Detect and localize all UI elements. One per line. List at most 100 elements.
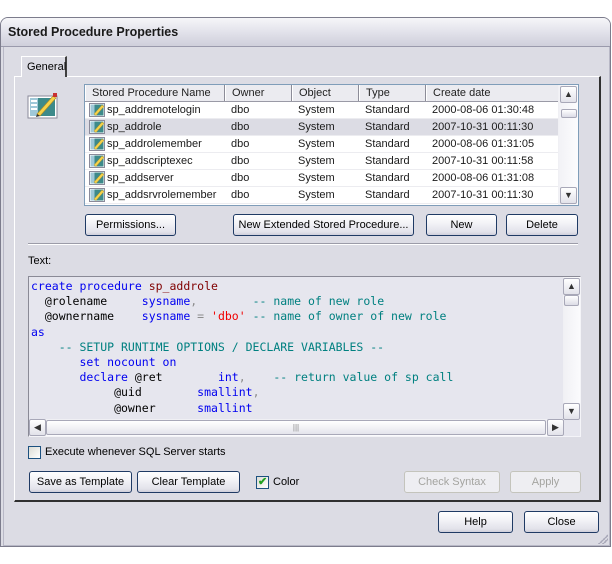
procedure-row[interactable]: sp_addserver dbo System Standard 2000-08-06 …: [85, 170, 559, 187]
editor-scroll-left-button[interactable]: ◀: [29, 419, 46, 436]
chevron-up-icon: ▲: [567, 281, 576, 291]
code-token-comment: -- return value of sp call: [245, 370, 454, 385]
cell-type: Standard: [365, 172, 410, 184]
apply-button[interactable]: Apply: [510, 471, 581, 493]
cell-owner: dbo: [231, 155, 250, 167]
code-token-comment: -- SETUP RUNTIME OPTIONS / DECLARE VARIA…: [31, 339, 385, 354]
code-token-kw: as: [31, 324, 45, 339]
cell-create-date: 2007-10-31 00:11:58: [432, 155, 534, 167]
procedure-text-editor[interactable]: create procedure sp_addrole @rolename sy…: [28, 276, 581, 437]
clear-template-button[interactable]: Clear Template: [137, 471, 240, 493]
chevron-up-icon: ▲: [564, 89, 573, 99]
code-line: set nocount on: [31, 355, 453, 370]
checkmark-icon: ✔: [258, 476, 268, 488]
code-token-kw: int: [217, 370, 239, 385]
stored-procedure-icon: [27, 93, 58, 119]
cell-name: sp_addsrvrolemember: [107, 189, 217, 201]
code-token-punct: =: [197, 309, 212, 324]
cell-type: Standard: [365, 121, 410, 133]
code-token-var: @owner: [31, 400, 198, 415]
color-checkbox[interactable]: ✔: [256, 476, 269, 489]
procedure-row[interactable]: sp_addscriptexec dbo System Standard 2007-10…: [85, 153, 559, 170]
code-token-punct: ,: [252, 385, 260, 400]
column-header-object[interactable]: Object: [292, 85, 359, 101]
save-as-template-button[interactable]: Save as Template: [29, 471, 132, 493]
editor-scroll-right-button[interactable]: ▶: [547, 419, 564, 436]
close-button[interactable]: Close: [524, 511, 599, 533]
code-token-var: @rolename: [31, 294, 142, 309]
cell-type: Standard: [365, 104, 410, 116]
chevron-down-icon: ▼: [567, 406, 576, 416]
check-syntax-button[interactable]: Check Syntax: [404, 471, 500, 493]
cell-name: sp_addrolemember: [107, 138, 202, 150]
code-token-kw: sysname: [141, 309, 198, 324]
cell-object: System: [298, 138, 335, 150]
editor-vertical-thumb[interactable]: [564, 295, 579, 306]
tab-general[interactable]: General: [21, 56, 67, 77]
editor-scroll-up-button[interactable]: ▲: [563, 278, 580, 295]
code-token-kw: sysname: [141, 294, 191, 309]
code-token-kw: create procedure: [31, 279, 149, 293]
execute-on-startup-label[interactable]: Execute whenever SQL Server starts: [45, 446, 226, 458]
tab-general-label: General: [27, 61, 67, 73]
code-token-punct: ,: [238, 370, 246, 385]
code-line: @owner smallint: [31, 401, 453, 416]
text-label: Text:: [28, 255, 52, 267]
cell-create-date: 2000-08-06 01:30:48: [432, 104, 535, 116]
cell-owner: dbo: [231, 189, 250, 201]
title-bar[interactable]: Stored Procedure Properties: [1, 18, 610, 47]
code-token-kw: smallint: [197, 385, 253, 400]
editor-scroll-down-button[interactable]: ▼: [563, 403, 580, 420]
code-lines[interactable]: create procedure sp_addrole @rolename sy…: [31, 279, 453, 416]
cell-create-date: 2000-08-06 01:31:05: [432, 138, 535, 150]
execute-on-startup-checkbox[interactable]: [28, 446, 41, 459]
cell-object: System: [298, 104, 335, 116]
resize-grip-icon[interactable]: [598, 534, 608, 544]
procedure-row[interactable]: sp_addremotelogin dbo System Standard 2000-0…: [85, 102, 559, 119]
cell-owner: dbo: [231, 172, 250, 184]
chevron-down-icon: ▼: [564, 190, 573, 200]
permissions-button[interactable]: Permissions...: [85, 214, 176, 236]
code-line: @rolename sysname, -- name of new role: [31, 294, 453, 309]
code-line: -- SETUP RUNTIME OPTIONS / DECLARE VARIA…: [31, 340, 453, 355]
cell-object: System: [298, 155, 335, 167]
code-token-str: 'dbo': [211, 309, 246, 324]
code-token-var: @uid: [31, 385, 198, 400]
chevron-right-icon: ▶: [552, 422, 559, 432]
column-header-name[interactable]: Stored Procedure Name: [85, 85, 225, 101]
procedure-row[interactable]: sp_addsrvrolemember dbo System Standard 2007…: [85, 187, 559, 204]
column-header-type[interactable]: Type: [359, 85, 426, 101]
list-vertical-scrollbar[interactable]: ▲ ▼: [558, 85, 578, 205]
code-token-comment: -- name of owner of new role: [245, 309, 447, 324]
delete-button[interactable]: Delete: [506, 214, 578, 236]
editor-vertical-scrollbar[interactable]: ▲ ▼: [563, 277, 580, 420]
color-label[interactable]: Color: [273, 476, 299, 488]
code-line: @uid smallint,: [31, 385, 453, 400]
code-token-kw: smallint: [197, 400, 253, 415]
code-line: @ownername sysname = 'dbo' -- name of ow…: [31, 309, 453, 324]
new-button[interactable]: New: [426, 214, 497, 236]
code-token-proc: sp_addrole: [148, 279, 218, 293]
column-header-create-date[interactable]: Create date: [426, 85, 559, 101]
list-header: Stored Procedure Name Owner Object Type …: [85, 85, 559, 102]
procedure-row[interactable]: sp_addrolemember dbo System Standard 2000-08…: [85, 136, 559, 153]
cell-type: Standard: [365, 189, 410, 201]
help-button[interactable]: Help: [438, 511, 513, 533]
code-token-comment: -- name of new role: [197, 294, 385, 309]
cell-owner: dbo: [231, 104, 250, 116]
column-header-owner[interactable]: Owner: [225, 85, 292, 101]
procedure-row[interactable]: sp_addrole dbo System Standard 2007-10-31 00…: [85, 119, 559, 136]
new-extended-stored-procedure-button[interactable]: New Extended Stored Procedure...: [233, 214, 414, 236]
scroll-up-button[interactable]: ▲: [560, 86, 577, 103]
cell-name: sp_addserver: [107, 172, 174, 184]
cell-create-date: 2000-08-06 01:31:08: [432, 172, 535, 184]
editor-horizontal-thumb[interactable]: |||: [46, 420, 546, 435]
editor-horizontal-scrollbar[interactable]: ◀ ||| ▶: [29, 419, 564, 436]
code-line: create procedure sp_addrole: [31, 279, 453, 294]
scroll-down-button[interactable]: ▼: [560, 187, 577, 204]
list-scrollbar-thumb[interactable]: [561, 109, 577, 118]
separator: [28, 243, 578, 245]
chevron-left-icon: ◀: [34, 422, 41, 432]
cell-object: System: [298, 172, 335, 184]
stored-procedure-list[interactable]: Stored Procedure Name Owner Object Type …: [84, 84, 579, 206]
